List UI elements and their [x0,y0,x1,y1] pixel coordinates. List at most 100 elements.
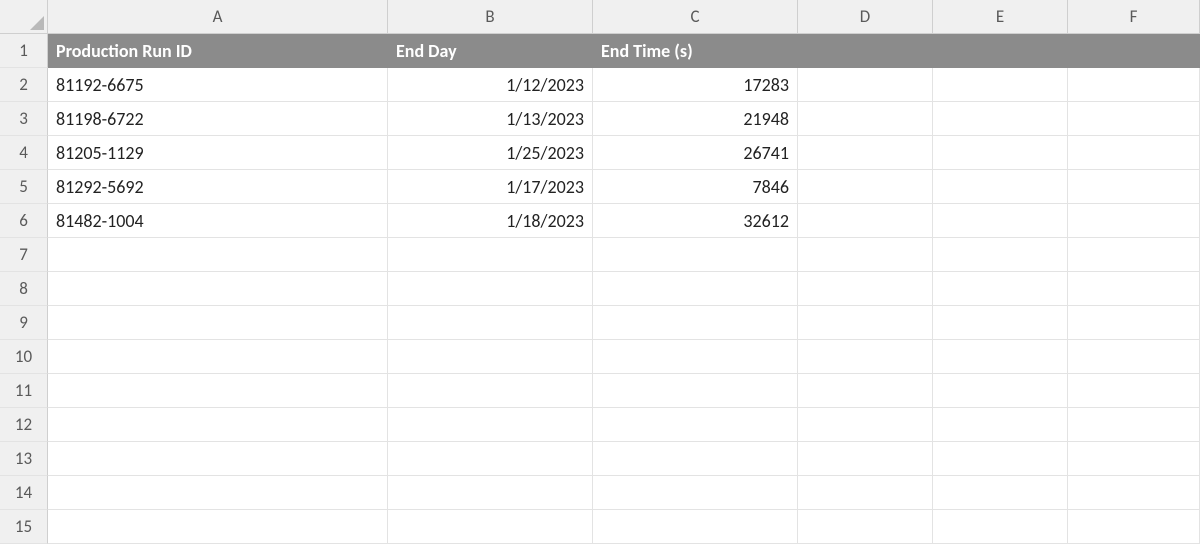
row-head-9[interactable]: 9 [0,306,48,340]
row-head-8[interactable]: 8 [0,272,48,306]
cell-F2[interactable] [1068,68,1200,102]
row-head-14[interactable]: 14 [0,476,48,510]
cell-A12[interactable] [48,408,388,442]
cell-B2[interactable]: 1/12/2023 [388,68,593,102]
cell-A1[interactable]: Production Run ID [48,34,388,68]
cell-B15[interactable] [388,510,593,544]
cell-E9[interactable] [933,306,1068,340]
cell-A7[interactable] [48,238,388,272]
cell-C3[interactable]: 21948 [593,102,798,136]
cell-D8[interactable] [798,272,933,306]
cell-E7[interactable] [933,238,1068,272]
cell-A2[interactable]: 81192-6675 [48,68,388,102]
row-head-3[interactable]: 3 [0,102,48,136]
row-head-5[interactable]: 5 [0,170,48,204]
cell-A13[interactable] [48,442,388,476]
cell-D5[interactable] [798,170,933,204]
col-head-F[interactable]: F [1068,0,1200,34]
row-head-2[interactable]: 2 [0,68,48,102]
cell-D9[interactable] [798,306,933,340]
cell-C11[interactable] [593,374,798,408]
cell-B1[interactable]: End Day [388,34,593,68]
spreadsheet-grid[interactable]: A B C D E F 1 Production Run ID End Day … [0,0,1200,544]
cell-A15[interactable] [48,510,388,544]
cell-B14[interactable] [388,476,593,510]
cell-C15[interactable] [593,510,798,544]
cell-D4[interactable] [798,136,933,170]
cell-B5[interactable]: 1/17/2023 [388,170,593,204]
col-head-B[interactable]: B [388,0,593,34]
select-all-corner[interactable] [0,0,48,34]
cell-E3[interactable] [933,102,1068,136]
cell-B6[interactable]: 1/18/2023 [388,204,593,238]
cell-E10[interactable] [933,340,1068,374]
cell-E2[interactable] [933,68,1068,102]
row-head-4[interactable]: 4 [0,136,48,170]
cell-A14[interactable] [48,476,388,510]
cell-E14[interactable] [933,476,1068,510]
cell-B12[interactable] [388,408,593,442]
cell-B8[interactable] [388,272,593,306]
cell-D15[interactable] [798,510,933,544]
cell-A8[interactable] [48,272,388,306]
cell-E6[interactable] [933,204,1068,238]
cell-D3[interactable] [798,102,933,136]
cell-B7[interactable] [388,238,593,272]
row-head-7[interactable]: 7 [0,238,48,272]
cell-C2[interactable]: 17283 [593,68,798,102]
cell-F8[interactable] [1068,272,1200,306]
row-head-10[interactable]: 10 [0,340,48,374]
cell-A3[interactable]: 81198-6722 [48,102,388,136]
cell-D14[interactable] [798,476,933,510]
cell-D10[interactable] [798,340,933,374]
cell-E1[interactable] [933,34,1068,68]
cell-A6[interactable]: 81482-1004 [48,204,388,238]
cell-B4[interactable]: 1/25/2023 [388,136,593,170]
cell-C4[interactable]: 26741 [593,136,798,170]
cell-E11[interactable] [933,374,1068,408]
cell-D13[interactable] [798,442,933,476]
cell-E12[interactable] [933,408,1068,442]
row-head-6[interactable]: 6 [0,204,48,238]
cell-F13[interactable] [1068,442,1200,476]
cell-F4[interactable] [1068,136,1200,170]
row-head-12[interactable]: 12 [0,408,48,442]
cell-C8[interactable] [593,272,798,306]
cell-D11[interactable] [798,374,933,408]
cell-C14[interactable] [593,476,798,510]
cell-A9[interactable] [48,306,388,340]
cell-B3[interactable]: 1/13/2023 [388,102,593,136]
cell-C7[interactable] [593,238,798,272]
cell-F10[interactable] [1068,340,1200,374]
col-head-D[interactable]: D [798,0,933,34]
cell-A11[interactable] [48,374,388,408]
cell-F12[interactable] [1068,408,1200,442]
row-head-15[interactable]: 15 [0,510,48,544]
cell-C12[interactable] [593,408,798,442]
cell-C9[interactable] [593,306,798,340]
cell-B11[interactable] [388,374,593,408]
cell-F9[interactable] [1068,306,1200,340]
cell-C1[interactable]: End Time (s) [593,34,798,68]
cell-F3[interactable] [1068,102,1200,136]
col-head-C[interactable]: C [593,0,798,34]
cell-D1[interactable] [798,34,933,68]
cell-C10[interactable] [593,340,798,374]
cell-E15[interactable] [933,510,1068,544]
cell-E4[interactable] [933,136,1068,170]
cell-F7[interactable] [1068,238,1200,272]
cell-E5[interactable] [933,170,1068,204]
cell-D6[interactable] [798,204,933,238]
row-head-1[interactable]: 1 [0,34,48,68]
cell-C13[interactable] [593,442,798,476]
cell-D7[interactable] [798,238,933,272]
cell-D12[interactable] [798,408,933,442]
cell-C5[interactable]: 7846 [593,170,798,204]
cell-B9[interactable] [388,306,593,340]
cell-E8[interactable] [933,272,1068,306]
cell-C6[interactable]: 32612 [593,204,798,238]
col-head-E[interactable]: E [933,0,1068,34]
cell-F14[interactable] [1068,476,1200,510]
cell-D2[interactable] [798,68,933,102]
cell-F1[interactable] [1068,34,1200,68]
